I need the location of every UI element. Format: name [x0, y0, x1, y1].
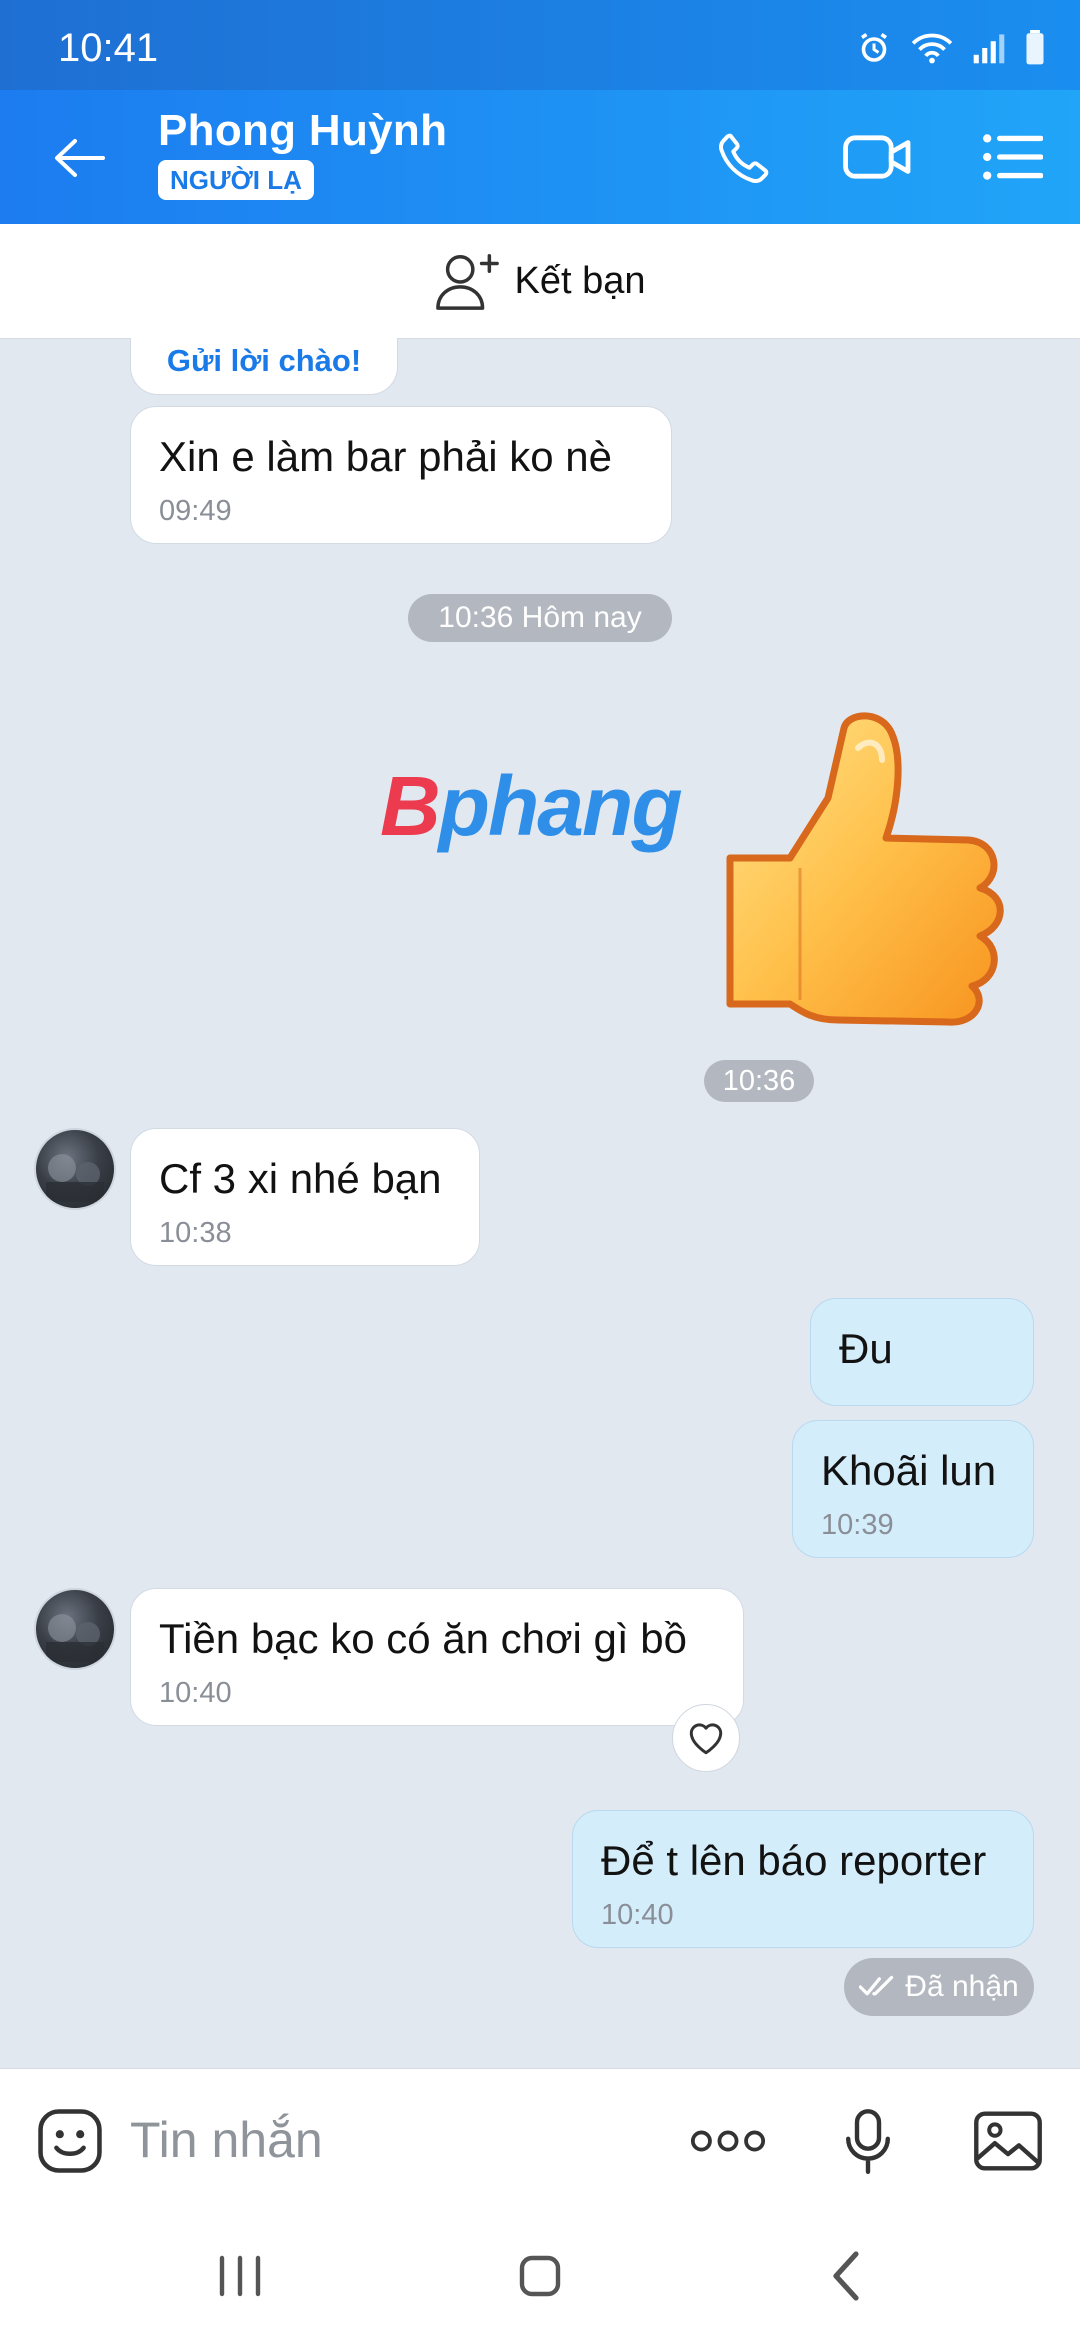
message-text: Cf 3 xi nhé bạn: [159, 1155, 442, 1202]
add-friend-button[interactable]: Kết bạn: [0, 224, 1080, 339]
add-friend-label: Kết bạn: [514, 259, 646, 302]
message-bubble-outgoing[interactable]: Khoãi lun 10:39: [792, 1420, 1034, 1558]
phone-icon: [718, 133, 769, 184]
message-bubble-incoming[interactable]: Xin e làm bar phải ko nè 09:49: [130, 406, 672, 544]
contact-avatar[interactable]: [34, 1588, 116, 1670]
chat-header: Phong Huỳnh NGƯỜI LẠ: [0, 90, 1080, 224]
message-bubble-outgoing[interactable]: Đu: [810, 1298, 1034, 1406]
message-text: Để t lên báo reporter: [601, 1837, 987, 1884]
message-bubble-incoming[interactable]: Cf 3 xi nhé bạn 10:38: [130, 1128, 480, 1266]
more-dots-icon: [690, 2130, 766, 2152]
message-time: 10:40: [159, 1677, 232, 1709]
avatar-photo: [46, 1154, 104, 1202]
delivery-status-text: Đã nhận: [905, 1970, 1019, 2003]
message-text: Tiền bạc ko có ăn chơi gì bồ: [159, 1615, 687, 1662]
contact-name[interactable]: Phong Huỳnh: [158, 106, 447, 156]
back-nav-button[interactable]: [796, 2244, 896, 2308]
add-person-icon: [435, 254, 499, 310]
back-button[interactable]: [44, 126, 114, 190]
system-navigation-bar: [0, 2208, 1080, 2340]
arrow-left-icon: [55, 139, 105, 177]
react-heart-button[interactable]: [672, 1704, 740, 1772]
video-call-button[interactable]: [838, 120, 918, 194]
chevron-left-icon: [833, 2251, 859, 2301]
recent-apps-button[interactable]: [190, 2244, 290, 2308]
voice-message-button[interactable]: [828, 2103, 908, 2179]
video-camera-icon: [843, 135, 911, 179]
message-text: Khoãi lun: [821, 1447, 997, 1494]
watermark-logo: Bphang: [380, 758, 683, 855]
microphone-icon: [845, 2109, 890, 2174]
message-bubble-outgoing[interactable]: Để t lên báo reporter 10:40: [572, 1810, 1034, 1948]
message-bubble-incoming[interactable]: Tiền bạc ko có ăn chơi gì bồ 10:40: [130, 1588, 744, 1726]
watermark-part1: B: [380, 759, 441, 853]
chat-options-button[interactable]: [972, 120, 1052, 194]
home-icon: [519, 2255, 561, 2297]
watermark-part2: phang: [438, 759, 683, 853]
message-time: 10:38: [159, 1217, 232, 1249]
battery-icon: [1026, 30, 1044, 65]
voice-call-button[interactable]: [704, 120, 784, 194]
message-time: 10:39: [821, 1509, 894, 1541]
list-menu-icon: [983, 134, 1043, 180]
contact-avatar[interactable]: [34, 1128, 116, 1210]
image-picker-button[interactable]: [968, 2103, 1048, 2179]
message-input[interactable]: Tin nhắn: [130, 2111, 323, 2169]
emoji-button[interactable]: [30, 2103, 110, 2179]
thumbs-up-icon: [726, 712, 1004, 1026]
date-separator: 10:36 Hôm nay: [408, 594, 672, 642]
stranger-badge: NGƯỜI LẠ: [158, 160, 314, 200]
message-composer: Tin nhắn: [0, 2068, 1080, 2209]
message-text: Đu: [839, 1325, 893, 1372]
avatar-photo: [46, 1614, 104, 1662]
alarm-icon: [861, 33, 887, 62]
status-time: 10:41: [58, 26, 159, 70]
wifi-icon: [911, 33, 953, 64]
message-time: 09:49: [159, 495, 232, 527]
signal-icon: [973, 34, 1005, 64]
thumbs-up-sticker[interactable]: [718, 708, 1008, 1028]
status-icons: [856, 30, 1046, 66]
message-time: 10:40: [601, 1899, 674, 1931]
status-bar: 10:41: [0, 0, 1080, 90]
recent-apps-icon: [219, 2255, 261, 2297]
more-options-button[interactable]: [688, 2103, 768, 2179]
heart-icon: [689, 1723, 723, 1755]
message-text: Xin e làm bar phải ko nè: [159, 433, 612, 480]
sticker-time: 10:36: [704, 1060, 814, 1102]
send-greeting-button[interactable]: Gửi lời chào!: [130, 338, 398, 395]
delivery-status-badge: Đã nhận: [844, 1958, 1034, 2016]
home-button[interactable]: [490, 2244, 590, 2308]
sticker-smile-icon: [38, 2109, 102, 2173]
image-icon: [974, 2111, 1042, 2171]
double-check-icon: [859, 1975, 894, 1996]
message-list[interactable]: Gửi lời chào! Xin e làm bar phải ko nè 0…: [0, 338, 1080, 2068]
